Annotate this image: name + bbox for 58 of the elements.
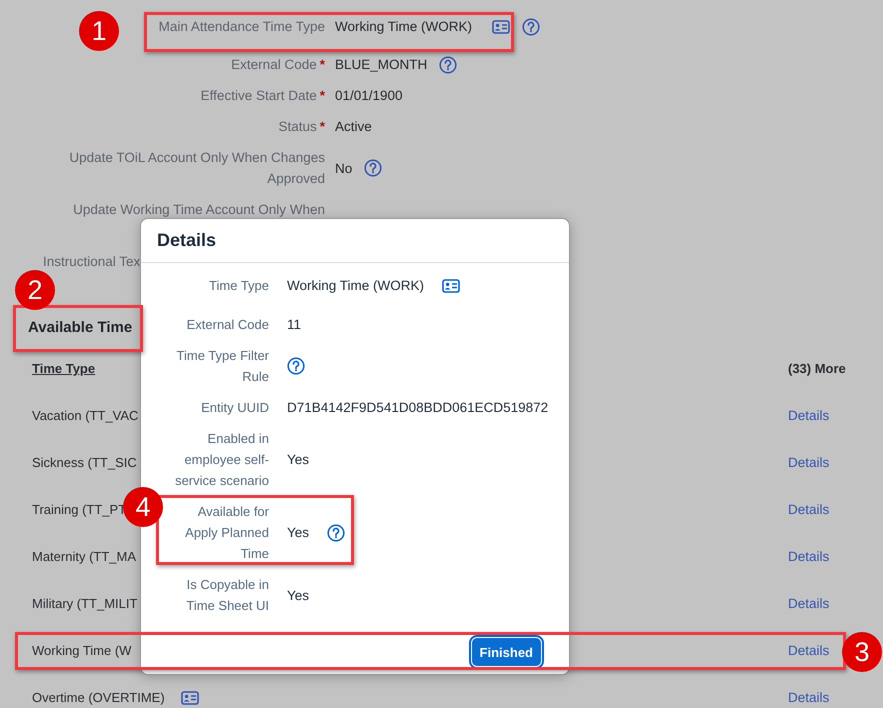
- contact-card-icon[interactable]: [442, 278, 460, 292]
- field-label: Time Type: [208, 277, 269, 295]
- time-type-name: Maternity (TT_MA: [32, 549, 136, 564]
- step-number: 1: [79, 11, 119, 51]
- details-link[interactable]: Details: [788, 690, 830, 705]
- required-mark: *: [320, 118, 325, 136]
- contact-card-icon[interactable]: [492, 20, 510, 34]
- field-value: Working Time (WORK): [335, 18, 472, 36]
- time-type-name: Sickness (TT_SIC: [32, 455, 137, 470]
- help-icon[interactable]: [522, 18, 540, 36]
- time-type-name: Working Time (W: [32, 643, 132, 658]
- field-value: No: [335, 160, 352, 178]
- field-label: Available for Apply Planned Time: [184, 503, 269, 563]
- details-link[interactable]: Details: [788, 408, 830, 423]
- details-link[interactable]: Details: [788, 549, 830, 564]
- field-value: Yes: [287, 586, 310, 604]
- field-label: Status: [278, 118, 317, 136]
- details-link[interactable]: Details: [788, 455, 830, 470]
- field-value: BLUE_MONTH: [335, 56, 428, 74]
- dialog-title: Details: [157, 230, 216, 251]
- field-label: Instructional Tex: [43, 253, 140, 271]
- field-value: Active: [335, 118, 372, 136]
- column-header[interactable]: Time Type: [32, 361, 96, 376]
- field-value: Working Time (WORK): [287, 277, 424, 295]
- time-type-name: Military (TT_MILIT: [32, 596, 138, 611]
- field-label: Enabled in employee self-service scenario: [174, 430, 269, 490]
- field-value: 01/01/1900: [335, 87, 403, 105]
- finished-button[interactable]: Finished: [472, 638, 541, 666]
- field-value: Yes: [287, 524, 310, 542]
- required-mark: *: [320, 87, 325, 105]
- field-label: External Code: [186, 316, 269, 334]
- field-value: 11: [287, 316, 302, 334]
- field-label: Update TOiL Account Only When Changes Approved: [68, 149, 325, 188]
- step-number: 3: [842, 632, 882, 672]
- field-label: Time Type Filter Rule: [176, 347, 269, 386]
- details-link[interactable]: Details: [788, 502, 830, 517]
- details-link[interactable]: Details: [788, 596, 830, 611]
- time-type-name: Vacation (TT_VAC: [32, 408, 138, 423]
- help-icon[interactable]: [439, 56, 458, 74]
- contact-card-icon[interactable]: [180, 690, 199, 704]
- help-icon[interactable]: [287, 357, 305, 375]
- help-icon[interactable]: [364, 159, 382, 177]
- step-number: 2: [15, 270, 55, 310]
- time-type-name: Overtime (OVERTIME): [32, 690, 165, 705]
- field-value: D71B4142F9D541D08BDD061ECD519872: [287, 399, 548, 417]
- details-link[interactable]: Details: [788, 643, 830, 658]
- field-label: External Code: [231, 56, 317, 74]
- required-mark: *: [320, 56, 325, 74]
- field-label: Main Attendance Time Type: [158, 18, 325, 36]
- help-icon[interactable]: [327, 524, 346, 542]
- field-label: Is Copyable in Time Sheet UI: [185, 576, 269, 615]
- field-label: Update Working Time Account Only When: [73, 201, 325, 219]
- field-value: Yes: [287, 451, 310, 469]
- field-label: Effective Start Date: [200, 87, 317, 105]
- field-label: Entity UUID: [200, 399, 269, 417]
- step-number: 4: [123, 487, 163, 527]
- section-title: Available Time: [28, 318, 132, 336]
- more-count[interactable]: (33) More: [788, 361, 846, 376]
